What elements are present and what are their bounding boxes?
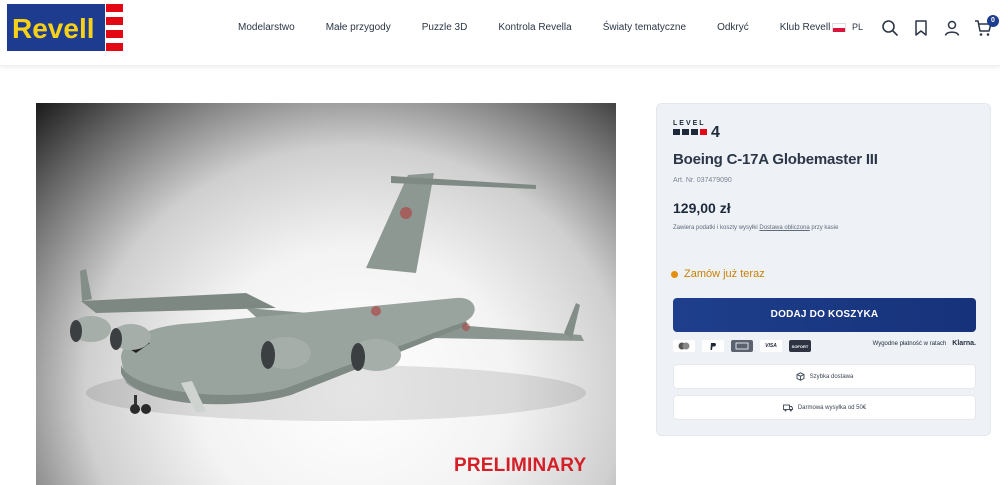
fast-delivery-label: Szybka dostawa (809, 373, 854, 380)
nav-item-male-przygody[interactable]: Małe przygody (326, 22, 391, 33)
nav-item-kontrola-revella[interactable]: Kontrola Revella (498, 22, 571, 33)
availability-status: Zamów już teraz (671, 268, 765, 280)
truck-icon (782, 404, 793, 411)
search-icon[interactable] (881, 19, 899, 37)
apple-pay-icon (673, 340, 695, 352)
language-switcher[interactable]: PL (832, 22, 863, 32)
bookmark-icon[interactable] (912, 19, 930, 37)
package-icon (796, 372, 805, 381)
level-badge: LEVEL 4 (673, 120, 720, 139)
nav-item-odkryc[interactable]: Odkryć (717, 22, 749, 33)
article-number: Art. Nr. 037479090 (673, 177, 732, 184)
fast-delivery-feature: Szybka dostawa (673, 364, 976, 389)
poland-flag-icon (832, 22, 846, 32)
nav-item-klub-revell[interactable]: Klub Revell (780, 22, 831, 33)
product-image[interactable]: PRELIMINARY (36, 103, 616, 485)
revell-logo[interactable]: Revell (7, 4, 123, 51)
free-shipping-label: Darmowa wysyłka od 50€ (797, 404, 867, 411)
product-info-panel: LEVEL 4 Boeing C-17A Globemaster III Art… (656, 103, 991, 436)
site-header: Revell Modelarstwo Małe przygody Puzzle … (0, 0, 1000, 66)
payment-methods: VISA SOFORT Wygodne płatność w ratach Kl… (673, 339, 976, 353)
nav-item-puzzle-3d[interactable]: Puzzle 3D (422, 22, 468, 33)
installment-text: Wygodne płatność w ratach (872, 340, 947, 347)
free-shipping-feature: Darmowa wysyłka od 50€ (673, 395, 976, 420)
product-price: 129,00 zł (673, 200, 731, 216)
logo-text: Revell (12, 13, 95, 44)
cart-count-badge: 0 (987, 15, 999, 27)
add-to-cart-button[interactable]: DODAJ DO KOSZYKA (673, 298, 976, 332)
main-nav: Modelarstwo Małe przygody Puzzle 3D Kont… (238, 22, 830, 33)
sofort-icon: SOFORT (789, 340, 811, 352)
paypal-icon (702, 340, 724, 352)
amex-icon (731, 340, 753, 352)
preliminary-overlay: PRELIMINARY (454, 455, 587, 476)
tax-note-prefix: Zawiera podatki i koszty wysyłki (673, 225, 758, 231)
level-value: 4 (711, 124, 720, 139)
availability-label: Zamów już teraz (684, 268, 765, 280)
installment-note: Wygodne płatność w ratach Klarna. (873, 340, 976, 347)
klarna-logo: Klarna. (952, 340, 976, 347)
level-label: LEVEL (673, 120, 706, 127)
user-icon[interactable] (943, 19, 961, 37)
nav-item-swiaty-tematyczne[interactable]: Światy tematyczne (603, 22, 686, 33)
language-label: PL (852, 22, 864, 32)
product-title: Boeing C-17A Globemaster III (673, 151, 878, 168)
shipping-link[interactable]: Dostawa obliczona (759, 225, 809, 231)
availability-dot-icon (671, 270, 678, 278)
nav-item-modelarstwo[interactable]: Modelarstwo (238, 22, 295, 33)
aircraft-illustration (70, 173, 586, 421)
tax-note-suffix: przy kasie (811, 225, 839, 231)
tax-note: Zawiera podatki i koszty wysyłki Dostawa… (673, 225, 838, 231)
visa-icon: VISA (760, 340, 782, 352)
